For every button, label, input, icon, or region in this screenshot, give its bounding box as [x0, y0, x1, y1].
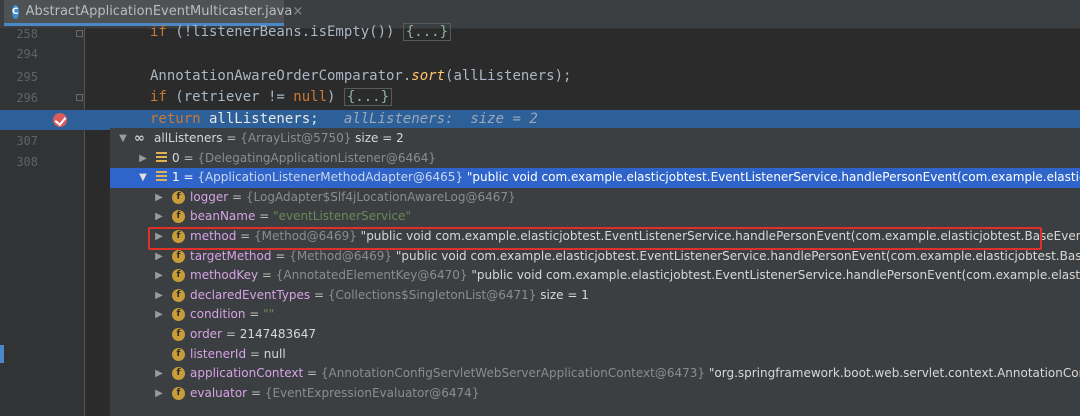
chevron-right-icon[interactable]: ▶ [154, 364, 164, 384]
highlight-annotation-box [148, 227, 1042, 250]
side-panel-marker [0, 345, 4, 363]
tree-row-order[interactable]: f order = 2147483647 [110, 325, 1080, 345]
code-editor[interactable]: if (!listenerBeans.isEmpty()) {...} Anno… [86, 23, 1080, 127]
field-icon: f [172, 328, 185, 341]
field-icon: f [172, 386, 185, 400]
line-number: 296 [16, 91, 38, 105]
tree-row-logger[interactable]: ▶ f logger = {LogAdapter$Slf4jLocationAw… [110, 188, 1080, 208]
code-line: if (!listenerBeans.isEmpty()) {...} [150, 22, 452, 42]
close-icon[interactable]: × [292, 4, 303, 19]
tab-title: AbstractApplicationEventMulticaster.java [25, 4, 293, 19]
list-element-icon [156, 171, 169, 184]
chevron-right-icon[interactable]: ▶ [154, 305, 164, 325]
chevron-down-icon[interactable]: ▼ [138, 168, 148, 188]
tree-row-applicationContext[interactable]: ▶ f applicationContext = {AnnotationConf… [110, 364, 1080, 384]
line-number: 295 [16, 70, 38, 84]
watch-infinity-icon: ∞ [134, 131, 145, 146]
tree-row-1[interactable]: ▼ 1 = {ApplicationListenerMethodAdapter@… [110, 168, 1080, 188]
list-element-icon [156, 151, 169, 165]
code-line-current: return allListeners; allListeners: size … [150, 111, 538, 127]
chevron-right-icon[interactable]: ▶ [154, 207, 164, 227]
chevron-right-icon[interactable]: ▶ [154, 384, 164, 404]
field-icon: f [172, 249, 185, 263]
fold-marker-icon[interactable] [76, 30, 83, 37]
code-line: if (retriever != null) {...} [150, 87, 393, 107]
field-icon: f [172, 190, 185, 204]
tree-row-beanName[interactable]: ▶ f beanName = "eventListenerService" [110, 207, 1080, 227]
field-icon: f [172, 367, 185, 381]
field-icon: f [172, 210, 185, 224]
chevron-down-icon[interactable]: ▼ [118, 129, 128, 149]
debugger-popup-tree[interactable]: ▼ ∞ allListeners = {ArrayList@5750} size… [110, 128, 1080, 416]
field-icon: f [172, 347, 185, 361]
tree-row-0[interactable]: ▶ 0 = {DelegatingApplicationListener@646… [110, 149, 1080, 169]
line-number: 294 [16, 47, 38, 61]
chevron-right-icon[interactable]: ▶ [138, 149, 148, 169]
java-class-icon: C [12, 4, 19, 19]
breakpoint-icon[interactable] [53, 113, 67, 127]
fold-marker-icon[interactable] [76, 94, 83, 101]
tree-row-methodKey[interactable]: ▶ f methodKey = {AnnotatedElementKey@647… [110, 266, 1080, 286]
tree-row-allListeners[interactable]: ▼ ∞ allListeners = {ArrayList@5750} size… [110, 129, 1080, 149]
code-line: AnnotationAwareOrderComparator.sort(allL… [150, 68, 572, 84]
field-icon: f [172, 269, 185, 283]
tree-row-declaredEventTypes[interactable]: ▶ f declaredEventTypes = {Collections$Si… [110, 286, 1080, 306]
line-number: 307 [16, 134, 38, 148]
field-icon: f [172, 308, 185, 322]
chevron-right-icon[interactable]: ▶ [154, 286, 164, 306]
collapsed-block[interactable]: {...} [343, 88, 393, 106]
tree-row-listenerId[interactable]: f listenerId = null [110, 345, 1080, 365]
field-icon: f [172, 288, 185, 302]
inline-value-hint: allListeners: size = 2 [343, 111, 538, 127]
chevron-right-icon[interactable]: ▶ [154, 266, 164, 286]
tree-row-condition[interactable]: ▶ f condition = "" [110, 305, 1080, 325]
chevron-right-icon[interactable]: ▶ [154, 188, 164, 208]
line-number-gutter[interactable]: 258 294 295 296 306 307 308 [0, 27, 85, 416]
line-number: 308 [16, 155, 38, 169]
tree-row-evaluator[interactable]: ▶ f evaluator = {EventExpressionEvaluato… [110, 384, 1080, 404]
line-number: 258 [16, 27, 38, 41]
collapsed-block[interactable]: {...} [402, 23, 452, 41]
